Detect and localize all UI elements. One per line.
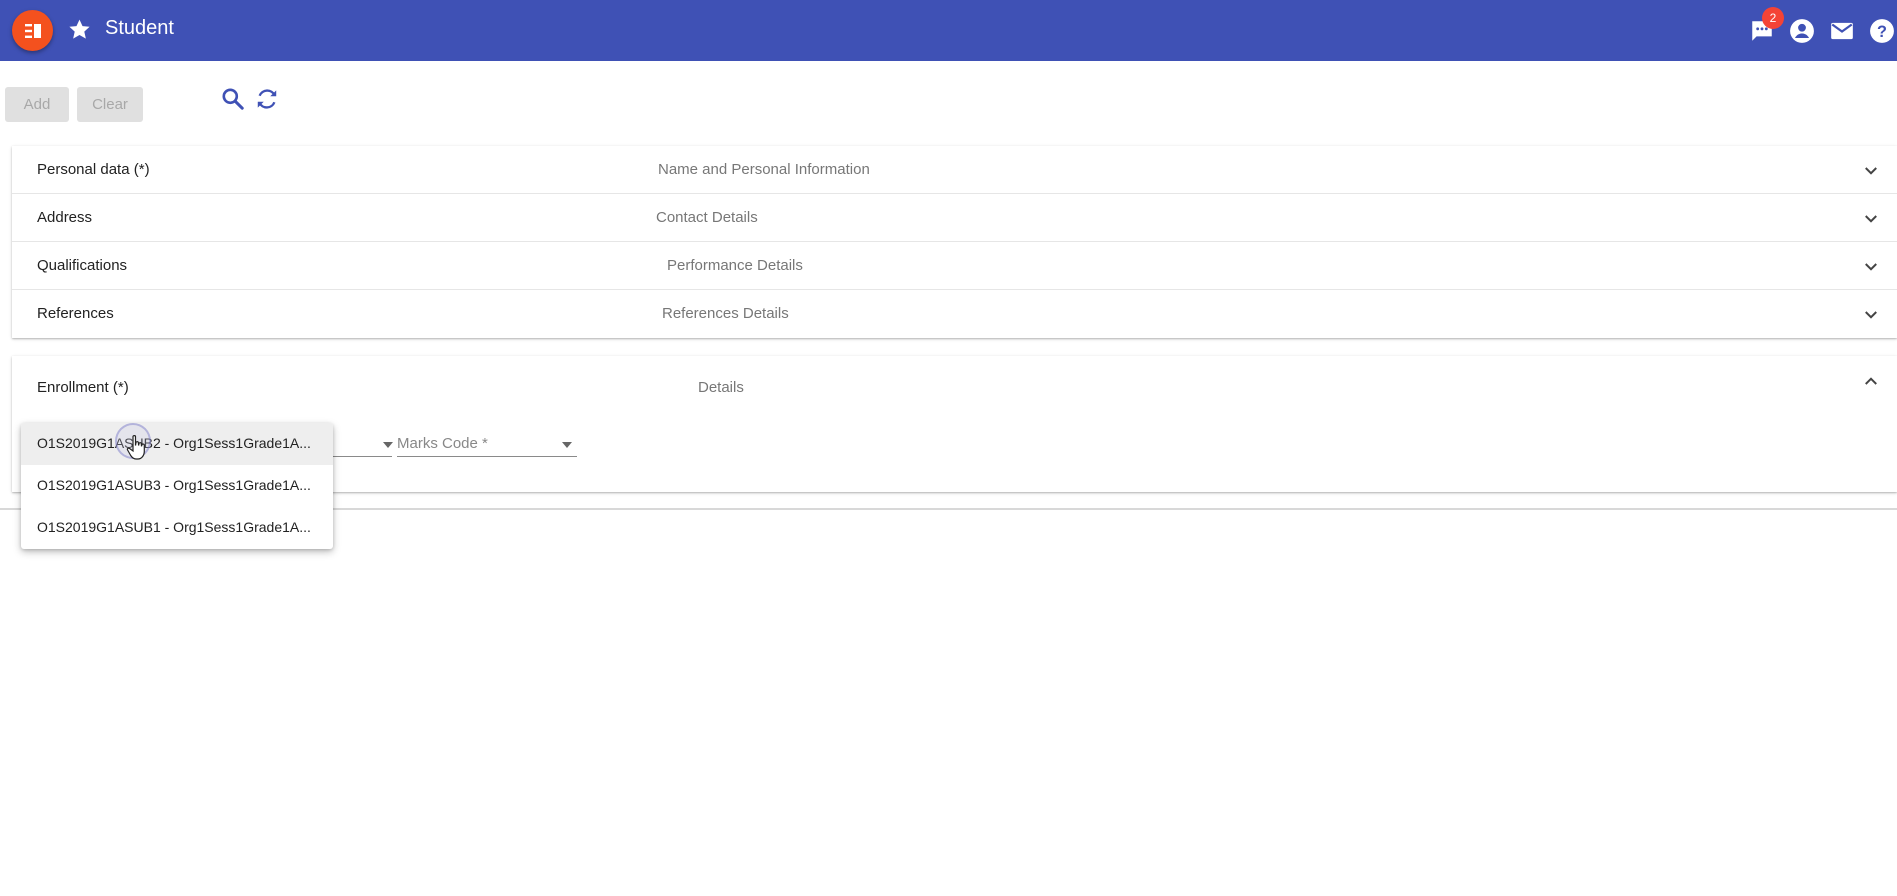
chevron-down-icon[interactable]	[1862, 258, 1880, 276]
mail-icon[interactable]	[1829, 18, 1855, 44]
menu-icon	[24, 23, 41, 38]
marks-code-underline	[397, 456, 577, 457]
chevron-down-icon[interactable]	[1862, 162, 1880, 180]
chevron-up-icon[interactable]	[1862, 372, 1880, 390]
add-button[interactable]: Add	[5, 87, 69, 122]
enrollment-dropdown: O1S2019G1ASUB2 - Org1Sess1Grade1A... O1S…	[21, 423, 333, 549]
section-title: Personal data (*)	[37, 161, 150, 178]
enrollment-header[interactable]: Enrollment (*) Details	[12, 356, 1897, 404]
help-icon[interactable]: ?	[1869, 18, 1895, 44]
section-title: Address	[37, 209, 93, 226]
section-description: References Details	[662, 305, 789, 322]
chevron-down-icon[interactable]	[1862, 306, 1880, 324]
section-title: References	[37, 305, 114, 322]
menu-button[interactable]	[12, 10, 53, 51]
dropdown-option[interactable]: O1S2019G1ASUB1 - Org1Sess1Grade1A...	[21, 507, 333, 549]
refresh-icon[interactable]	[254, 86, 280, 112]
account-icon[interactable]	[1789, 18, 1815, 44]
section-description: Details	[698, 379, 744, 396]
svg-text:?: ?	[1877, 23, 1887, 41]
section-qualifications[interactable]: Qualifications Performance Details	[12, 242, 1897, 290]
section-address[interactable]: Address Contact Details	[12, 194, 1897, 242]
details-accordion: Personal data (*) Name and Personal Info…	[12, 146, 1897, 338]
enrollment-select-caret[interactable]	[383, 442, 393, 448]
search-icon[interactable]	[220, 86, 246, 112]
section-title: Qualifications	[37, 257, 128, 274]
notification-badge: 2	[1762, 7, 1784, 29]
section-title: Enrollment (*)	[37, 379, 129, 396]
dropdown-option[interactable]: O1S2019G1ASUB3 - Org1Sess1Grade1A...	[21, 465, 333, 507]
section-description: Contact Details	[656, 209, 758, 226]
hand-cursor-icon	[126, 435, 145, 460]
clear-button[interactable]: Clear	[77, 87, 143, 122]
section-references[interactable]: References References Details	[12, 290, 1897, 338]
star-icon[interactable]	[67, 17, 92, 42]
page-title: Student	[105, 17, 174, 39]
section-description: Performance Details	[667, 257, 803, 274]
marks-code-caret[interactable]	[562, 442, 572, 448]
section-description: Name and Personal Information	[658, 161, 870, 178]
marks-code-label: Marks Code *	[397, 435, 488, 452]
section-personal-data[interactable]: Personal data (*) Name and Personal Info…	[12, 146, 1897, 194]
dropdown-option[interactable]: O1S2019G1ASUB2 - Org1Sess1Grade1A...	[21, 423, 333, 465]
chevron-down-icon[interactable]	[1862, 210, 1880, 228]
app-bar: Student 2 ?	[0, 0, 1897, 61]
